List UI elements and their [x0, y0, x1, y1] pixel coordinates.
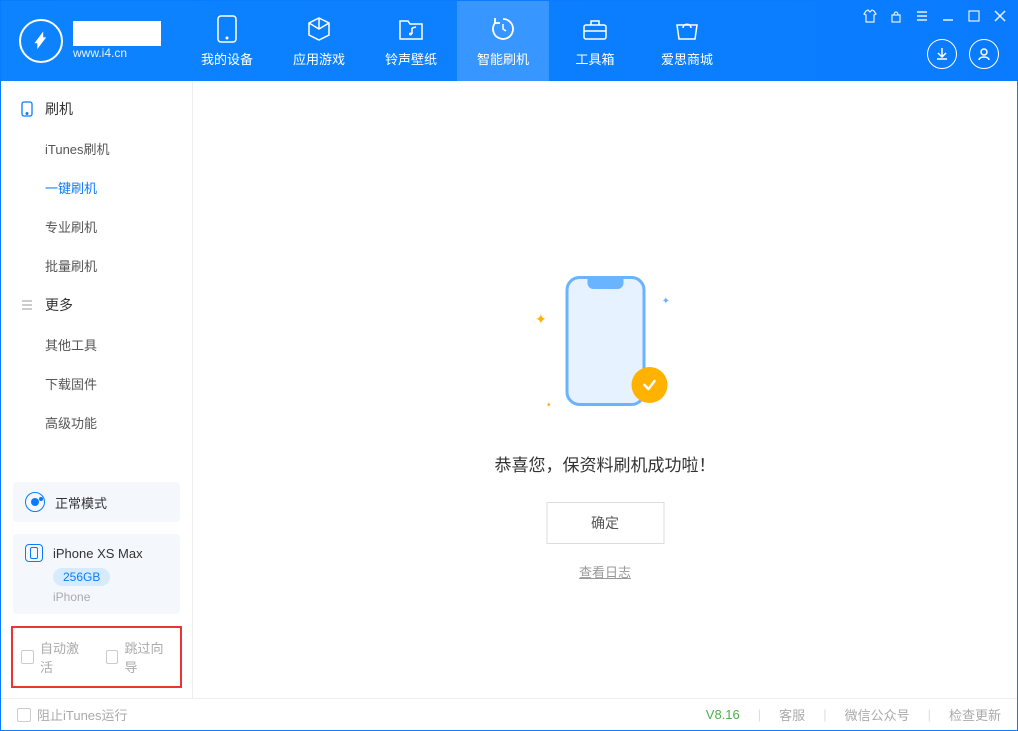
toolbox-icon	[581, 15, 609, 43]
device-capacity: 256GB	[53, 568, 110, 586]
body: 刷机 iTunes刷机 一键刷机 专业刷机 批量刷机 更多 其他工具 下载固件 …	[1, 81, 1017, 698]
nav-tab-label: 应用游戏	[293, 49, 345, 68]
checkbox-label: 自动激活	[40, 638, 88, 676]
mode-label: 正常模式	[55, 493, 107, 512]
ok-button[interactable]: 确定	[546, 502, 664, 544]
checkmark-badge-icon	[631, 367, 667, 403]
store-icon	[673, 15, 701, 43]
checkbox-label: 阻止iTunes运行	[37, 705, 128, 724]
sparkle-icon: ✦	[662, 296, 670, 307]
sidebar-item-batch-flash[interactable]: 批量刷机	[1, 246, 192, 285]
nav-tab-ringtones[interactable]: 铃声壁纸	[365, 1, 457, 81]
refresh-icon	[489, 15, 517, 43]
nav-tab-label: 爱思商城	[661, 49, 713, 68]
success-illustration: ✦ ✦ •	[535, 271, 675, 421]
view-log-link[interactable]: 查看日志	[579, 562, 631, 581]
sidebar-item-other-tools[interactable]: 其他工具	[1, 325, 192, 364]
sidebar-item-pro-flash[interactable]: 专业刷机	[1, 207, 192, 246]
nav-tab-label: 工具箱	[575, 49, 614, 68]
device-card[interactable]: iPhone XS Max 256GB iPhone	[13, 534, 180, 614]
phone-icon	[19, 101, 35, 117]
main-content: ✦ ✦ • 恭喜您，保资料刷机成功啦！ 确定 查看日志	[193, 81, 1017, 698]
sidebar-scroll: 刷机 iTunes刷机 一键刷机 专业刷机 批量刷机 更多 其他工具 下载固件 …	[1, 81, 192, 476]
lock-icon[interactable]	[889, 9, 903, 23]
menu-icon[interactable]	[915, 9, 929, 23]
sidebar: 刷机 iTunes刷机 一键刷机 专业刷机 批量刷机 更多 其他工具 下载固件 …	[1, 81, 193, 698]
nav-tab-flash[interactable]: 智能刷机	[457, 1, 549, 81]
checkbox-skip-guide[interactable]: 跳过向导	[106, 638, 173, 676]
close-icon[interactable]	[993, 9, 1007, 23]
checkbox-label: 跳过向导	[124, 638, 172, 676]
sidebar-item-advanced[interactable]: 高级功能	[1, 403, 192, 442]
device-type: iPhone	[53, 590, 168, 604]
nav-tab-apps[interactable]: 应用游戏	[273, 1, 365, 81]
user-icon[interactable]	[969, 39, 999, 69]
nav-tab-store[interactable]: 爱思商城	[641, 1, 733, 81]
app-window: 爱思助手 www.i4.cn 我的设备 应用游戏 铃声壁纸 智能刷机	[0, 0, 1018, 731]
sparkle-icon: ✦	[535, 311, 547, 328]
checkbox-block-itunes[interactable]: 阻止iTunes运行	[17, 705, 128, 724]
sparkle-icon: •	[547, 400, 551, 411]
window-controls	[863, 9, 1007, 23]
checkbox-icon	[106, 650, 119, 664]
header: 爱思助手 www.i4.cn 我的设备 应用游戏 铃声壁纸 智能刷机	[1, 1, 1017, 81]
sidebar-section-flash: 刷机	[1, 89, 192, 129]
statusbar-link-wechat[interactable]: 微信公众号	[845, 705, 910, 724]
success-panel: ✦ ✦ • 恭喜您，保资料刷机成功啦！ 确定 查看日志	[495, 271, 716, 581]
logo-text: 爱思助手 www.i4.cn	[73, 21, 161, 61]
mode-card[interactable]: 正常模式	[13, 482, 180, 522]
maximize-icon[interactable]	[967, 9, 981, 23]
statusbar-right: V8.16 | 客服 | 微信公众号 | 检查更新	[706, 705, 1001, 724]
sidebar-section-more: 更多	[1, 285, 192, 325]
checkbox-icon	[17, 708, 31, 722]
mode-icon	[25, 492, 45, 512]
tshirt-icon[interactable]	[863, 9, 877, 23]
nav-tab-my-device[interactable]: 我的设备	[181, 1, 273, 81]
app-name: 爱思助手	[73, 21, 161, 46]
device-icon	[213, 15, 241, 43]
sidebar-item-oneclick-flash[interactable]: 一键刷机	[1, 168, 192, 207]
statusbar-link-support[interactable]: 客服	[779, 705, 805, 724]
header-actions	[927, 39, 999, 69]
sidebar-section-label: 刷机	[45, 99, 73, 119]
statusbar: 阻止iTunes运行 V8.16 | 客服 | 微信公众号 | 检查更新	[1, 698, 1017, 730]
app-domain: www.i4.cn	[73, 46, 161, 60]
nav-tab-label: 我的设备	[201, 49, 253, 68]
sidebar-item-download-firmware[interactable]: 下载固件	[1, 364, 192, 403]
nav-tab-toolbox[interactable]: 工具箱	[549, 1, 641, 81]
version-label: V8.16	[706, 707, 740, 722]
download-icon[interactable]	[927, 39, 957, 69]
separator: |	[823, 707, 826, 722]
nav-tabs: 我的设备 应用游戏 铃声壁纸 智能刷机 工具箱 爱思商城	[181, 1, 733, 81]
device-phone-icon	[25, 544, 43, 562]
nav-tab-label: 智能刷机	[477, 49, 529, 68]
app-logo-icon	[19, 19, 63, 63]
separator: |	[758, 707, 761, 722]
sidebar-section-label: 更多	[45, 295, 73, 315]
minimize-icon[interactable]	[941, 9, 955, 23]
nav-tab-label: 铃声壁纸	[385, 49, 437, 68]
success-message: 恭喜您，保资料刷机成功啦！	[495, 451, 716, 476]
list-icon	[19, 297, 35, 313]
cube-icon	[305, 15, 333, 43]
checkbox-auto-activate[interactable]: 自动激活	[21, 638, 88, 676]
logo-block: 爱思助手 www.i4.cn	[1, 19, 181, 63]
separator: |	[928, 707, 931, 722]
music-folder-icon	[397, 15, 425, 43]
sidebar-item-itunes-flash[interactable]: iTunes刷机	[1, 129, 192, 168]
bottom-options-highlighted: 自动激活 跳过向导	[11, 626, 182, 688]
device-name: iPhone XS Max	[53, 546, 143, 561]
statusbar-link-update[interactable]: 检查更新	[949, 705, 1001, 724]
statusbar-left: 阻止iTunes运行	[17, 705, 128, 724]
checkbox-icon	[21, 650, 34, 664]
